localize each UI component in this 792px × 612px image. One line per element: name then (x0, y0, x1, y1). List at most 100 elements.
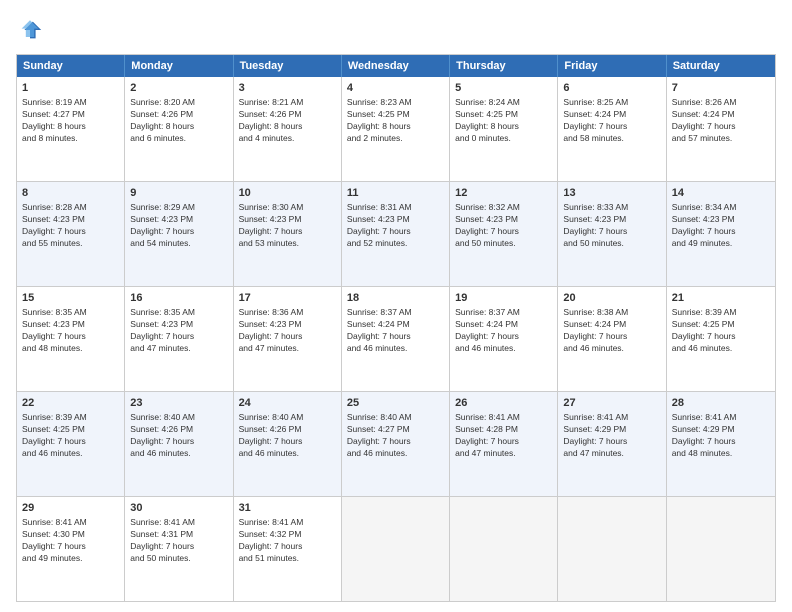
day-number: 24 (239, 396, 336, 411)
calendar-header-friday: Friday (558, 55, 666, 77)
day-info: and 46 minutes. (239, 448, 299, 458)
day-info: Sunset: 4:23 PM (672, 214, 735, 224)
day-info: Sunrise: 8:41 AM (130, 517, 195, 527)
calendar-header-monday: Monday (125, 55, 233, 77)
day-info: Sunset: 4:29 PM (563, 424, 626, 434)
day-info: Sunrise: 8:41 AM (22, 517, 87, 527)
day-info: Sunset: 4:23 PM (239, 319, 302, 329)
calendar-week-4: 22Sunrise: 8:39 AMSunset: 4:25 PMDayligh… (17, 391, 775, 496)
day-number: 29 (22, 501, 119, 516)
day-info: Sunrise: 8:37 AM (455, 307, 520, 317)
calendar-week-2: 8Sunrise: 8:28 AMSunset: 4:23 PMDaylight… (17, 181, 775, 286)
day-info: Daylight: 7 hours (455, 226, 519, 236)
calendar-header-tuesday: Tuesday (234, 55, 342, 77)
day-info: Sunset: 4:23 PM (22, 214, 85, 224)
page: SundayMondayTuesdayWednesdayThursdayFrid… (0, 0, 792, 612)
calendar-cell-5: 5Sunrise: 8:24 AMSunset: 4:25 PMDaylight… (450, 77, 558, 181)
day-info: Sunrise: 8:41 AM (455, 412, 520, 422)
day-info: Daylight: 7 hours (563, 331, 627, 341)
day-info: and 54 minutes. (130, 238, 190, 248)
day-number: 17 (239, 291, 336, 306)
calendar-cell-9: 9Sunrise: 8:29 AMSunset: 4:23 PMDaylight… (125, 182, 233, 286)
day-number: 23 (130, 396, 227, 411)
calendar-header-thursday: Thursday (450, 55, 558, 77)
calendar-cell-25: 25Sunrise: 8:40 AMSunset: 4:27 PMDayligh… (342, 392, 450, 496)
day-info: Sunset: 4:30 PM (22, 529, 85, 539)
day-info: and 51 minutes. (239, 553, 299, 563)
day-info: Sunrise: 8:29 AM (130, 202, 195, 212)
logo-icon (16, 16, 44, 44)
day-info: Daylight: 7 hours (672, 121, 736, 131)
day-info: Daylight: 8 hours (239, 121, 303, 131)
day-info: Sunset: 4:24 PM (455, 319, 518, 329)
day-info: Daylight: 7 hours (130, 436, 194, 446)
calendar-cell-18: 18Sunrise: 8:37 AMSunset: 4:24 PMDayligh… (342, 287, 450, 391)
day-info: and 8 minutes. (22, 133, 78, 143)
day-info: and 0 minutes. (455, 133, 511, 143)
day-info: and 46 minutes. (130, 448, 190, 458)
day-info: Sunset: 4:23 PM (130, 319, 193, 329)
day-number: 16 (130, 291, 227, 306)
day-info: Sunset: 4:25 PM (455, 109, 518, 119)
day-number: 18 (347, 291, 444, 306)
day-info: Sunset: 4:25 PM (22, 424, 85, 434)
day-info: Sunset: 4:23 PM (130, 214, 193, 224)
calendar-cell-11: 11Sunrise: 8:31 AMSunset: 4:23 PMDayligh… (342, 182, 450, 286)
day-info: Sunset: 4:31 PM (130, 529, 193, 539)
day-info: Daylight: 7 hours (347, 226, 411, 236)
day-info: Sunset: 4:26 PM (239, 424, 302, 434)
calendar-cell-27: 27Sunrise: 8:41 AMSunset: 4:29 PMDayligh… (558, 392, 666, 496)
calendar-cell-19: 19Sunrise: 8:37 AM Sunset: 4:24 PM Dayligh… (450, 287, 558, 391)
day-info: Sunrise: 8:40 AM (239, 412, 304, 422)
day-info: Sunrise: 8:41 AM (672, 412, 737, 422)
day-info: and 47 minutes. (239, 343, 299, 353)
day-info: and 50 minutes. (563, 238, 623, 248)
day-info: and 4 minutes. (239, 133, 295, 143)
day-info: Sunset: 4:23 PM (347, 214, 410, 224)
day-info: Sunrise: 8:41 AM (239, 517, 304, 527)
day-info: Sunrise: 8:38 AM (563, 307, 628, 317)
day-info: Sunrise: 8:39 AM (672, 307, 737, 317)
day-info: and 2 minutes. (347, 133, 403, 143)
calendar-week-3: 15Sunrise: 8:35 AMSunset: 4:23 PMDayligh… (17, 286, 775, 391)
day-info: Sunrise: 8:39 AM (22, 412, 87, 422)
day-info: Sunrise: 8:40 AM (130, 412, 195, 422)
day-info: Sunset: 4:25 PM (672, 319, 735, 329)
day-info: and 49 minutes. (672, 238, 732, 248)
day-info: and 48 minutes. (672, 448, 732, 458)
calendar: SundayMondayTuesdayWednesdayThursdayFrid… (16, 54, 776, 602)
day-info: Sunrise: 8:32 AM (455, 202, 520, 212)
day-info: Sunrise: 8:33 AM (563, 202, 628, 212)
day-info: Daylight: 7 hours (239, 331, 303, 341)
day-info: Sunset: 4:27 PM (347, 424, 410, 434)
calendar-header-sunday: Sunday (17, 55, 125, 77)
day-info: Daylight: 7 hours (455, 331, 519, 341)
day-number: 30 (130, 501, 227, 516)
day-info: Daylight: 8 hours (130, 121, 194, 131)
day-number: 10 (239, 186, 336, 201)
day-info: Sunset: 4:23 PM (455, 214, 518, 224)
calendar-header-saturday: Saturday (667, 55, 775, 77)
day-info: Sunrise: 8:30 AM (239, 202, 304, 212)
calendar-cell-empty (342, 497, 450, 601)
day-number: 3 (239, 81, 336, 96)
day-info: and 47 minutes. (563, 448, 623, 458)
calendar-cell-17: 17Sunrise: 8:36 AMSunset: 4:23 PMDayligh… (234, 287, 342, 391)
calendar-cell-31: 31Sunrise: 8:41 AMSunset: 4:32 PMDayligh… (234, 497, 342, 601)
logo (16, 16, 48, 44)
day-info: Sunset: 4:28 PM (455, 424, 518, 434)
day-number: 11 (347, 186, 444, 201)
calendar-cell-16: 16Sunrise: 8:35 AMSunset: 4:23 PMDayligh… (125, 287, 233, 391)
day-number: 19 (455, 291, 552, 306)
day-number: 27 (563, 396, 660, 411)
day-info: and 46 minutes. (455, 343, 515, 353)
day-info: Sunrise: 8:37 AM (347, 307, 412, 317)
day-info: Daylight: 7 hours (347, 331, 411, 341)
day-info: Sunrise: 8:19 AM (22, 97, 87, 107)
day-info: Sunrise: 8:28 AM (22, 202, 87, 212)
day-info: Sunset: 4:24 PM (563, 109, 626, 119)
day-info: Sunset: 4:26 PM (130, 109, 193, 119)
day-info: and 46 minutes. (672, 343, 732, 353)
calendar-header-wednesday: Wednesday (342, 55, 450, 77)
day-info: Daylight: 7 hours (22, 331, 86, 341)
